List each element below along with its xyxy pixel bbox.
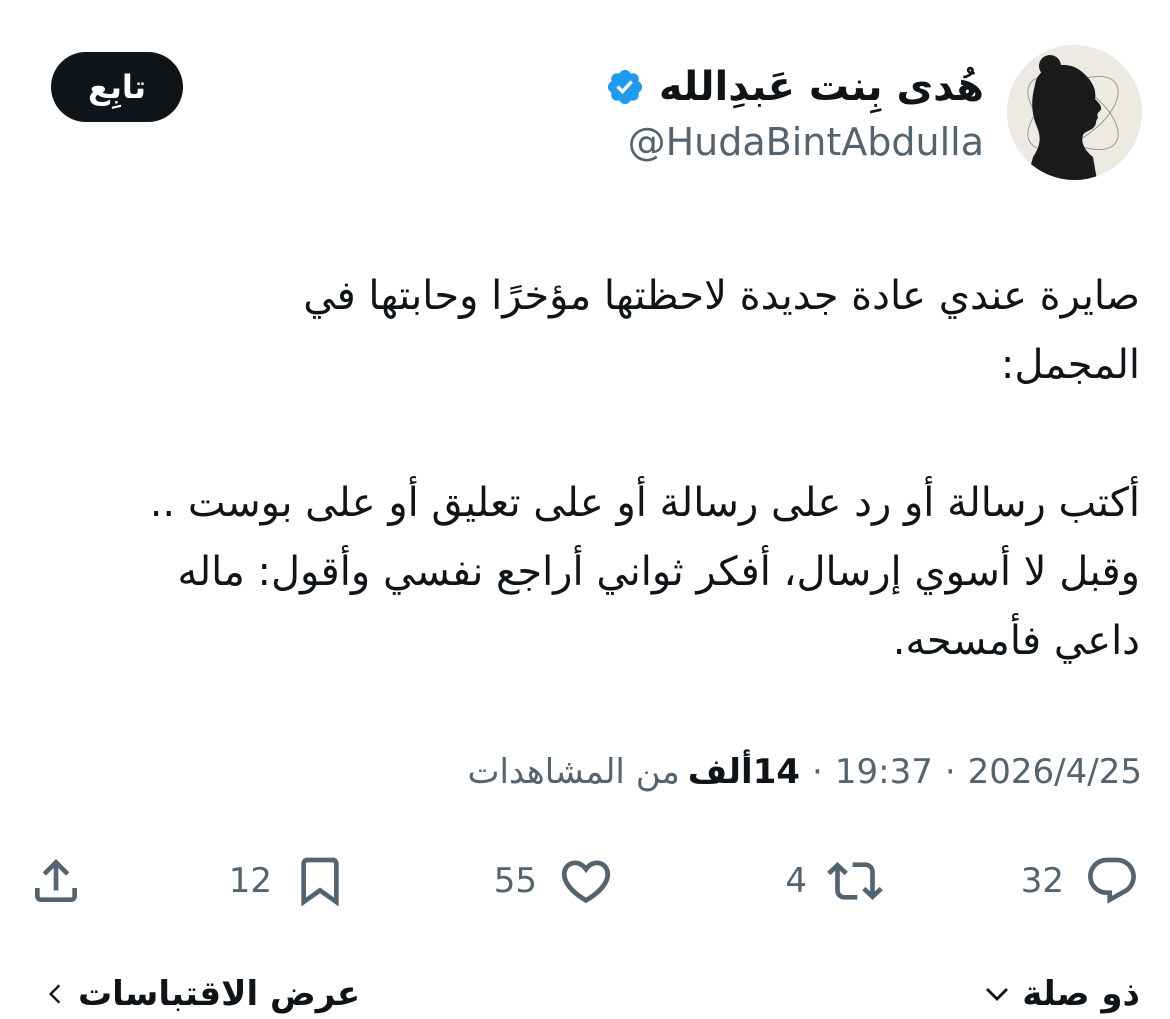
meta-separator: · (812, 752, 823, 792)
tweet-line: داعي فأمسحه. (892, 618, 1140, 664)
views-label: من المشاهدات (467, 752, 680, 792)
chevron-down-icon (986, 988, 1009, 1001)
author-handle[interactable]: @HudaBintAbdulla (628, 120, 984, 164)
share-icon (35, 859, 77, 902)
tweet-line: المجمل: (1000, 342, 1140, 388)
author-name[interactable]: هُدى بِنت عَبدِالله (659, 64, 984, 110)
tweet-line: وقبل لا أسوي إرسال، أفكر ثواني أراجع نفس… (177, 549, 1140, 595)
retweet-button[interactable]: 4 (785, 848, 883, 914)
views-count[interactable]: 14ألف (688, 752, 800, 792)
tweet-line: صايرة عندي عادة جديدة لاحظتها مؤخرًا وحا… (303, 273, 1140, 319)
tweet-meta: 2026/4/25 · 19:37 · 14ألف من المشاهدات (468, 752, 1143, 792)
tweet-line: أكتب رسالة أو رد على رسالة أو على تعليق … (149, 480, 1140, 526)
tweet-text: صايرة عندي عادة جديدة لاحظتها مؤخرًا وحا… (40, 262, 1140, 676)
retweet-count: 4 (785, 861, 807, 901)
reply-button[interactable]: 32 (1021, 848, 1140, 914)
avatar-silhouette-icon (1007, 45, 1142, 180)
follow-button[interactable]: تابِع (51, 52, 183, 122)
bookmark-icon (301, 857, 339, 907)
share-button[interactable] (28, 848, 84, 914)
bookmark-button[interactable]: 12 (229, 848, 348, 914)
bookmark-count: 12 (228, 861, 272, 901)
view-quotes-link[interactable]: عرض الاقتباسات (42, 974, 360, 1014)
tweet-time[interactable]: 19:37 (835, 752, 933, 792)
reply-count: 32 (1020, 861, 1064, 901)
verified-badge-icon (607, 69, 642, 105)
author-name-row: هُدى بِنت عَبدِالله (605, 52, 984, 122)
chevron-left-icon (48, 984, 61, 1004)
like-count: 55 (493, 861, 537, 901)
tweet-date[interactable]: 2026/4/25 (968, 752, 1142, 792)
relevant-label: ذو صلة (1022, 974, 1140, 1014)
retweet-icon (827, 862, 883, 900)
reply-icon (1088, 857, 1136, 904)
avatar[interactable] (1007, 45, 1142, 180)
heart-icon (561, 860, 611, 904)
like-button[interactable]: 55 (494, 848, 615, 914)
meta-separator: · (944, 752, 956, 792)
relevant-replies-toggle[interactable]: ذو صلة (982, 974, 1140, 1014)
quotes-label: عرض الاقتباسات (78, 974, 361, 1014)
